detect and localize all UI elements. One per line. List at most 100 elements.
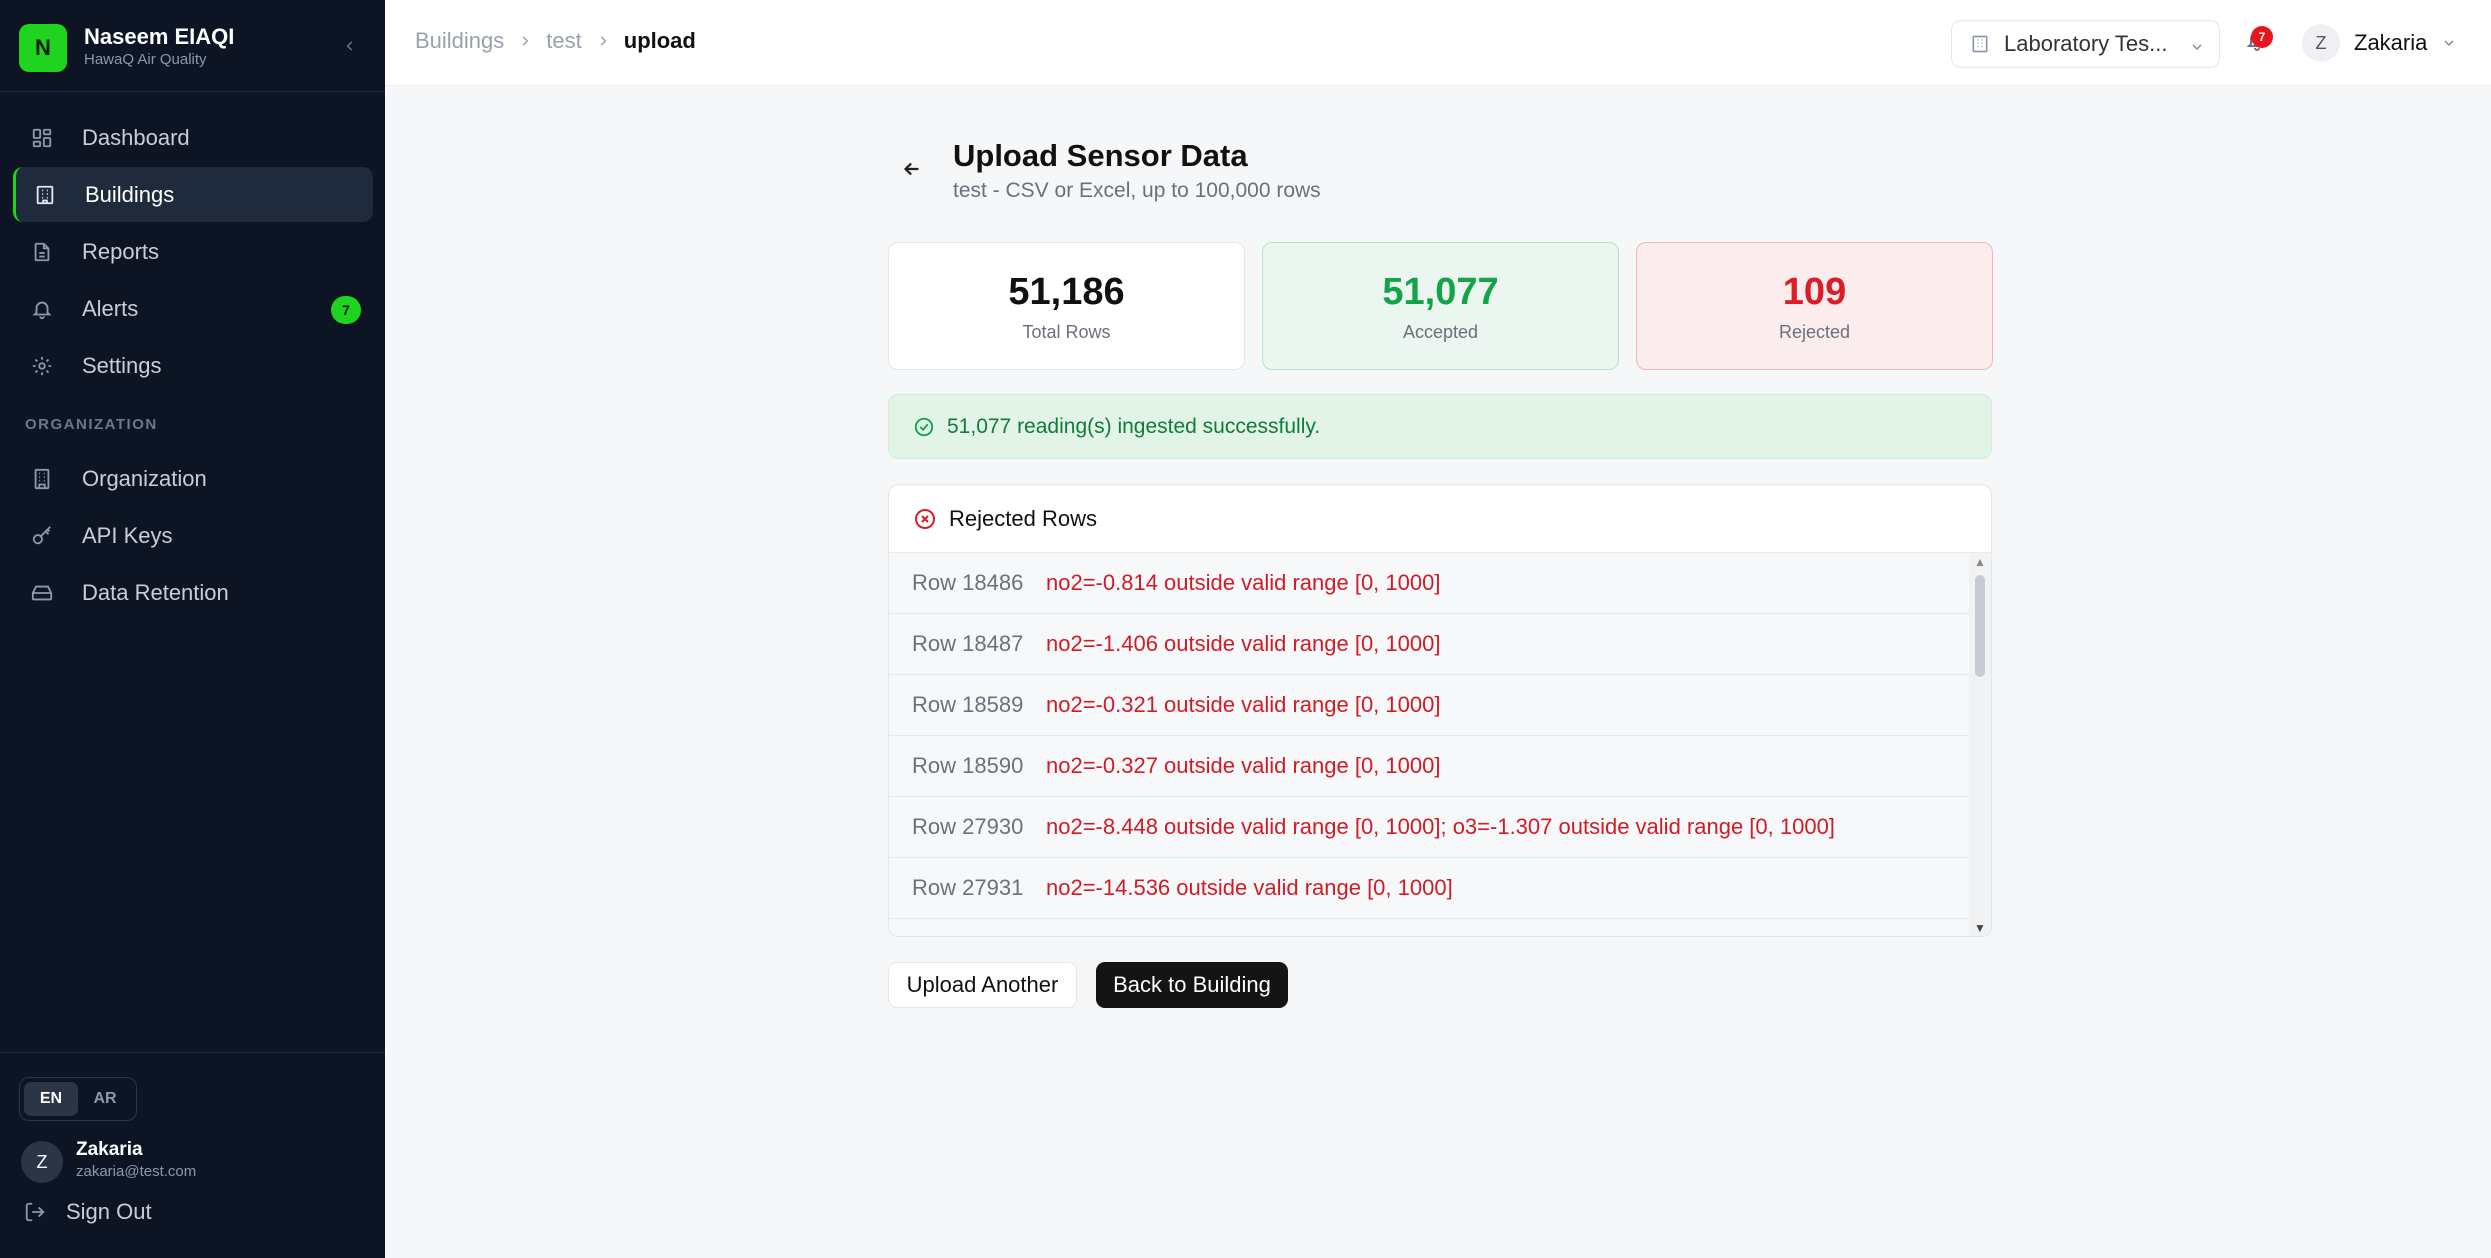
row-number: Row 27930 — [912, 814, 1024, 839]
sidebar-item-label: Settings — [82, 352, 162, 378]
building-icon — [1970, 34, 1990, 54]
back-to-building-button[interactable]: Back to Building — [1096, 962, 1288, 1008]
building-icon — [32, 182, 58, 208]
language-ar-button[interactable]: AR — [78, 1082, 132, 1116]
gear-icon — [29, 353, 55, 379]
sidebar-item-label: Organization — [82, 465, 207, 491]
alerts-count-badge: 7 — [331, 296, 361, 324]
breadcrumb-current: upload — [623, 28, 696, 53]
building-select-value: Laboratory Tes... — [2004, 31, 2168, 56]
sidebar-item-label: Alerts — [82, 295, 139, 321]
office-icon — [29, 466, 55, 492]
page-subtitle: test - CSV or Excel, up to 100,000 rows — [953, 179, 1321, 202]
bell-icon — [29, 296, 55, 322]
table-row: Row 18487 no2=-1.406 outside valid range… — [889, 614, 1969, 675]
building-select[interactable]: Laboratory Tes... — [1951, 20, 2220, 68]
table-row: Row 27930 no2=-8.448 outside valid range… — [889, 797, 1969, 858]
total-rows-value: 51,186 — [1008, 271, 1125, 313]
row-number: Row 18589 — [912, 692, 1024, 717]
rejected-rows-panel: Rejected Rows Row 18486 no2=-0.814 outsi… — [888, 484, 1992, 937]
key-icon — [29, 523, 55, 549]
notification-count-badge: 7 — [2251, 26, 2273, 48]
brand-logo: N — [19, 24, 67, 72]
file-icon — [29, 239, 55, 265]
row-error: no2=-0.321 outside valid range [0, 1000] — [1046, 692, 1441, 717]
chevron-left-icon — [346, 41, 353, 51]
chevron-right-icon — [596, 34, 610, 48]
rejected-rows-card: 109 Rejected — [1636, 242, 1993, 370]
rejected-rows-title: Rejected Rows — [949, 505, 1097, 531]
collapse-sidebar-button[interactable] — [338, 34, 362, 58]
user-menu[interactable]: Z Zakaria — [2302, 24, 2457, 62]
row-error: no2=-0.814 outside valid range [0, 1000] — [1046, 570, 1441, 595]
row-error: no2=-0.327 outside valid range [0, 1000] — [1046, 753, 1441, 778]
total-rows-label: Total Rows — [1022, 322, 1111, 342]
total-rows-card: 51,186 Total Rows — [888, 242, 1245, 370]
sidebar-item-api-keys[interactable]: API Keys — [13, 508, 373, 563]
user-email: zakaria@test.com — [76, 1163, 197, 1180]
brand-name: Naseem EIAQI — [84, 24, 235, 49]
sign-out-button[interactable]: Sign Out — [24, 1199, 152, 1225]
avatar: Z — [21, 1141, 63, 1183]
sidebar: N Naseem EIAQI HawaQ Air Quality Dashboa… — [0, 0, 385, 1258]
chevron-right-icon — [518, 34, 532, 48]
back-arrow-icon[interactable] — [898, 155, 926, 183]
brand-subtitle: HawaQ Air Quality — [84, 51, 207, 68]
scroll-up-icon[interactable]: ▲ — [1974, 555, 1986, 569]
sidebar-item-data-retention[interactable]: Data Retention — [13, 565, 373, 620]
avatar: Z — [2302, 24, 2340, 62]
chevron-down-icon — [2189, 35, 2205, 61]
sidebar-item-buildings[interactable]: Buildings — [13, 167, 373, 222]
row-number: Row 27931 — [912, 875, 1024, 900]
row-error: no2=-1.406 outside valid range [0, 1000] — [1046, 631, 1441, 656]
brand-header: N Naseem EIAQI HawaQ Air Quality — [0, 0, 385, 92]
row-number: Row 18590 — [912, 753, 1024, 778]
sidebar-item-label: Dashboard — [82, 124, 190, 150]
rejected-rows-header: Rejected Rows — [889, 485, 1991, 553]
sidebar-footer: EN AR Z Zakaria zakaria@test.com Sign Ou… — [0, 1052, 385, 1258]
grid-icon — [29, 125, 55, 151]
sidebar-item-reports[interactable]: Reports — [13, 224, 373, 279]
chevron-down-icon — [2441, 35, 2457, 51]
accepted-rows-label: Accepted — [1402, 322, 1479, 342]
breadcrumb: Buildings test upload — [415, 28, 696, 54]
rejected-rows-scrollbar[interactable]: ▲ ▼ — [1969, 553, 1991, 936]
success-message: 51,077 reading(s) ingested successfully. — [947, 414, 1321, 438]
row-error: no2=-8.448 outside valid range [0, 1000]… — [1046, 814, 1835, 839]
user-name: Zakaria — [76, 1139, 143, 1160]
table-row: Row 18486 no2=-0.814 outside valid range… — [889, 553, 1969, 614]
breadcrumb-test[interactable]: test — [546, 28, 581, 54]
breadcrumb-buildings[interactable]: Buildings — [415, 28, 504, 54]
language-en-button[interactable]: EN — [24, 1082, 78, 1116]
check-circle-icon — [913, 416, 935, 438]
sidebar-item-organization[interactable]: Organization — [13, 451, 373, 506]
table-row: Row 18589 no2=-0.321 outside valid range… — [889, 675, 1969, 736]
sidebar-item-settings[interactable]: Settings — [13, 338, 373, 393]
row-error: no2=-14.536 outside valid range [0, 1000… — [1046, 875, 1453, 900]
x-circle-icon — [913, 507, 937, 531]
sidebar-item-alerts[interactable]: Alerts 7 — [13, 281, 373, 336]
upload-another-button[interactable]: Upload Another — [888, 962, 1077, 1008]
sign-out-icon — [24, 1199, 50, 1225]
sidebar-item-dashboard[interactable]: Dashboard — [13, 110, 373, 165]
rejected-rows-value: 109 — [1782, 271, 1847, 313]
success-banner: 51,077 reading(s) ingested successfully. — [888, 394, 1992, 459]
page-title: Upload Sensor Data — [953, 138, 1248, 173]
accepted-rows-card: 51,077 Accepted — [1262, 242, 1619, 370]
row-number: Row 18487 — [912, 631, 1024, 656]
sidebar-item-label: Buildings — [85, 181, 175, 207]
sidebar-item-label: API Keys — [82, 522, 173, 548]
top-header: Buildings test upload Laboratory Tes... … — [385, 0, 2491, 86]
table-row: Row 18590 no2=-0.327 outside valid range… — [889, 736, 1969, 797]
hard-drive-icon — [29, 580, 55, 606]
rejected-rows-list[interactable]: Row 18486 no2=-0.814 outside valid range… — [889, 553, 1969, 936]
sign-out-label: Sign Out — [66, 1199, 152, 1224]
rejected-rows-label: Rejected — [1778, 322, 1851, 342]
table-row: Row 27931 no2=-14.536 outside valid rang… — [889, 858, 1969, 919]
sidebar-item-label: Data Retention — [82, 579, 229, 605]
user-menu-name: Zakaria — [2354, 30, 2428, 55]
row-number: Row 18486 — [912, 570, 1024, 595]
scrollbar-thumb[interactable] — [1975, 575, 1985, 677]
scroll-down-icon[interactable]: ▼ — [1974, 921, 1986, 935]
organization-section-label: ORGANIZATION — [25, 416, 158, 433]
